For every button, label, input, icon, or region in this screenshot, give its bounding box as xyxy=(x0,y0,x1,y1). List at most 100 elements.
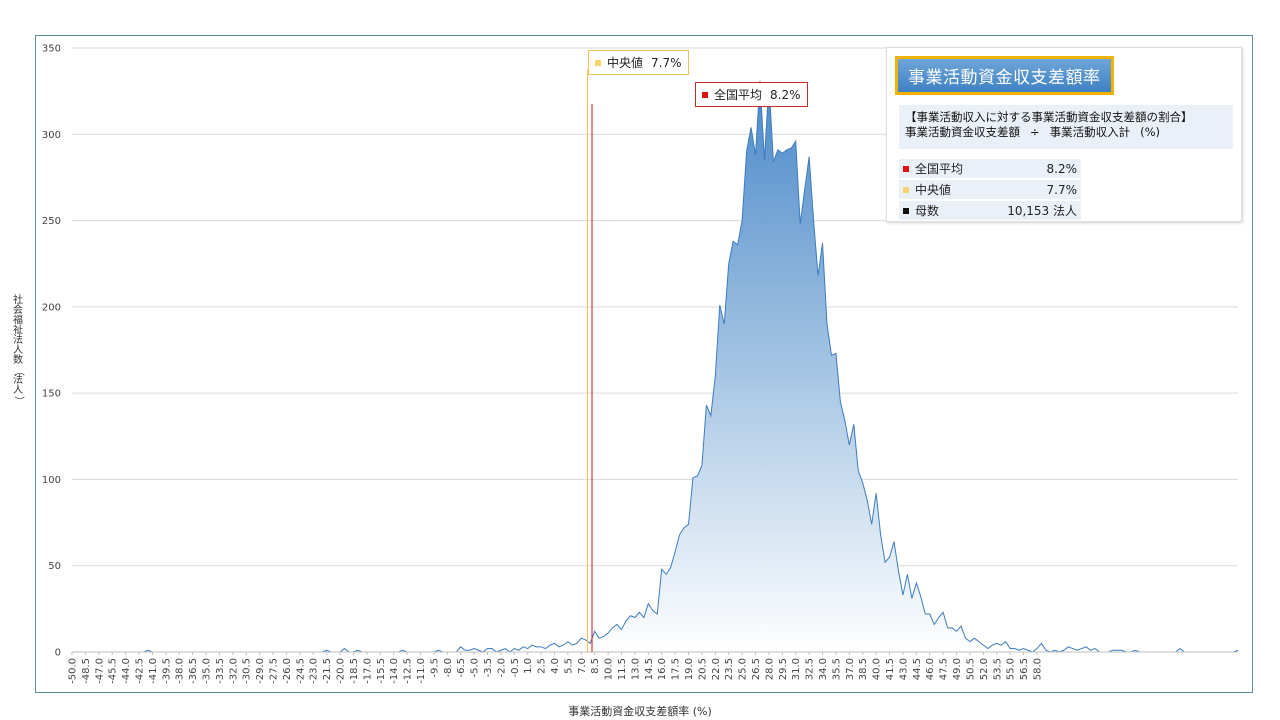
x-tick-label: 34.0 xyxy=(818,658,829,680)
x-tick-label: 19.0 xyxy=(684,658,695,680)
x-tick-label: -9.5 xyxy=(429,658,440,678)
x-tick-label: 52.0 xyxy=(979,658,990,680)
x-tick-label: 10.0 xyxy=(604,658,615,680)
x-tick-label: 28.0 xyxy=(764,658,775,680)
y-tick-label: 0 xyxy=(55,648,61,659)
x-tick-label: -24.5 xyxy=(295,658,306,684)
x-tick-label: 50.5 xyxy=(965,658,976,680)
y-tick-label: 100 xyxy=(42,475,61,486)
x-tick-label: 11.5 xyxy=(617,658,628,680)
median-marker-icon xyxy=(595,60,601,66)
x-tick-label: -32.0 xyxy=(228,658,239,684)
x-tick-label: -18.5 xyxy=(349,658,360,684)
formula-denominator: 事業活動収入計 xyxy=(1049,125,1131,139)
x-tick-label: 55.0 xyxy=(1006,658,1017,680)
x-tick-label: 1.0 xyxy=(523,658,534,674)
x-tick-label: -2.0 xyxy=(496,658,507,678)
x-tick-label: 17.5 xyxy=(671,658,682,680)
formula-unit: (%) xyxy=(1140,125,1161,139)
x-tick-label: -20.0 xyxy=(336,658,347,684)
x-tick-label: -48.5 xyxy=(81,658,92,684)
x-tick-label: 23.5 xyxy=(724,658,735,680)
formula-heading: 【事業活動収入に対する事業活動資金収支差額の割合】 xyxy=(905,110,1193,124)
x-axis-label: 事業活動資金収支差額率 (%) xyxy=(568,705,712,718)
stats-row-mean: 全国平均 8.2% xyxy=(899,159,1081,178)
x-tick-label: -8.0 xyxy=(443,658,454,678)
stats-table: 全国平均 8.2% 中央値 7.7% 母数 10,153 法人 xyxy=(899,157,1081,222)
mean-square-icon xyxy=(903,166,909,172)
x-tick-label: 32.5 xyxy=(805,658,816,680)
formula-box: 【事業活動収入に対する事業活動資金収支差額の割合】 事業活動資金収支差額 ÷ 事業活… xyxy=(899,105,1233,149)
x-tick-label: 49.0 xyxy=(952,658,963,680)
y-tick-label: 350 xyxy=(42,44,61,55)
x-tick-label: 46.0 xyxy=(925,658,936,680)
stats-value: 8.2% xyxy=(977,159,1081,178)
y-tick-label: 200 xyxy=(42,302,61,313)
x-tick-label: -33.5 xyxy=(215,658,226,684)
x-tick-label: -36.5 xyxy=(188,658,199,684)
x-tick-label: -5.0 xyxy=(470,658,481,678)
median-square-icon xyxy=(903,187,909,193)
x-tick-label: 31.0 xyxy=(791,658,802,680)
x-tick-label: 43.0 xyxy=(898,658,909,680)
x-tick-label: 5.5 xyxy=(563,658,574,674)
x-tick-label: -42.5 xyxy=(135,658,146,684)
x-tick-label: 26.5 xyxy=(751,658,762,680)
formula-numerator: 事業活動資金収支差額 xyxy=(905,125,1020,139)
y-tick-label: 50 xyxy=(48,561,61,572)
y-tick-label: 150 xyxy=(42,389,61,400)
x-tick-label: 37.0 xyxy=(845,658,856,680)
x-tick-label: 2.5 xyxy=(537,658,548,674)
stats-label: 母数 xyxy=(915,204,940,218)
mean-marker-icon xyxy=(702,92,708,98)
x-tick-label: -35.0 xyxy=(202,658,213,684)
x-tick-label: -11.0 xyxy=(416,658,427,684)
x-tick-label: -3.5 xyxy=(483,658,494,678)
x-tick-label: 16.0 xyxy=(657,658,668,680)
median-callout-label: 中央値 xyxy=(607,56,644,70)
x-tick-label: 29.5 xyxy=(778,658,789,680)
median-callout: 中央値 7.7% xyxy=(588,50,689,75)
stats-label: 中央値 xyxy=(915,183,952,197)
x-tick-label: 40.0 xyxy=(872,658,883,680)
x-tick-label: 41.5 xyxy=(885,658,896,680)
chart-title: 事業活動資金収支差額率 xyxy=(895,56,1114,95)
x-tick-label: 14.5 xyxy=(644,658,655,680)
x-tick-label: 53.5 xyxy=(992,658,1003,680)
x-tick-label: -41.0 xyxy=(148,658,159,684)
x-tick-label: 7.0 xyxy=(577,658,588,674)
x-tick-label: -45.5 xyxy=(108,658,119,684)
x-tick-label: -15.5 xyxy=(376,658,387,684)
x-tick-label: 25.0 xyxy=(738,658,749,680)
stats-row-count: 母数 10,153 法人 xyxy=(899,201,1081,220)
x-tick-label: 13.0 xyxy=(630,658,641,680)
y-tick-label: 300 xyxy=(42,130,61,141)
x-tick-label: -17.0 xyxy=(362,658,373,684)
stats-value: 10,153 法人 xyxy=(977,201,1081,220)
x-tick-label: -39.5 xyxy=(161,658,172,684)
info-panel: 事業活動資金収支差額率 【事業活動収入に対する事業活動資金収支差額の割合】 事業… xyxy=(886,47,1242,222)
x-tick-label: -44.0 xyxy=(121,658,132,684)
x-tick-label: -50.0 xyxy=(68,658,79,684)
x-tick-label: 35.5 xyxy=(831,658,842,680)
y-axis-label: 社会福祉法人数（法人） xyxy=(13,295,24,407)
x-tick-label: -26.0 xyxy=(282,658,293,684)
x-tick-label: -29.0 xyxy=(255,658,266,684)
x-tick-label: -47.0 xyxy=(94,658,105,684)
x-tick-label: 47.5 xyxy=(939,658,950,680)
stats-row-median: 中央値 7.7% xyxy=(899,180,1081,199)
mean-callout: 全国平均 8.2% xyxy=(695,82,808,107)
x-tick-label: -30.5 xyxy=(242,658,253,684)
y-tick-label: 250 xyxy=(42,216,61,227)
x-tick-label: -27.5 xyxy=(269,658,280,684)
x-tick-label: 22.0 xyxy=(711,658,722,680)
x-tick-label: -0.5 xyxy=(510,658,521,678)
x-tick-label: 38.5 xyxy=(858,658,869,680)
x-tick-label: 56.5 xyxy=(1019,658,1030,680)
count-square-icon xyxy=(903,208,909,214)
x-tick-label: 58.0 xyxy=(1032,658,1043,680)
x-tick-label: -6.5 xyxy=(456,658,467,678)
x-tick-label: -14.0 xyxy=(389,658,400,684)
x-tick-label: -38.0 xyxy=(175,658,186,684)
stats-value: 7.7% xyxy=(977,180,1081,199)
